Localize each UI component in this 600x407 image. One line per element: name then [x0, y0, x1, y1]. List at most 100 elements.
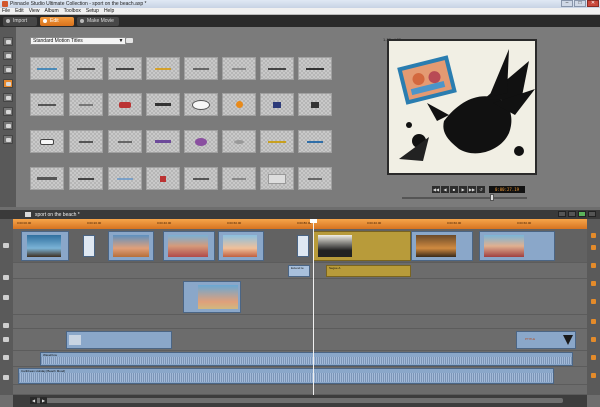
title-thumbnail[interactable] — [108, 93, 142, 116]
tab-import[interactable]: Import — [3, 16, 37, 26]
scrubber-handle[interactable] — [490, 194, 494, 201]
minimize-button[interactable]: – — [561, 0, 573, 7]
menu-setup[interactable]: Setup — [86, 8, 99, 14]
video-clip[interactable] — [163, 231, 215, 261]
title-thumbnail[interactable] — [146, 167, 180, 190]
menus-album-button[interactable] — [3, 107, 13, 116]
video-clip[interactable] — [479, 231, 555, 261]
audio-clip[interactable]: WaveFlow — [40, 352, 573, 366]
transition-clip[interactable]: Extend te — [288, 265, 310, 277]
title-thumbnail[interactable] — [184, 130, 218, 153]
scroll-right-arrow[interactable]: ▶ — [40, 397, 47, 404]
title-thumbnail[interactable] — [298, 167, 332, 190]
menu-file[interactable]: File — [2, 8, 10, 14]
sound-track-icon[interactable] — [3, 355, 9, 360]
timecode-display[interactable]: 0:00:27.19 — [489, 186, 525, 193]
title-thumbnail[interactable] — [69, 93, 103, 116]
scenes-view-button[interactable] — [568, 211, 576, 217]
lock-icon[interactable] — [591, 263, 596, 268]
title-thumbnail[interactable] — [30, 130, 64, 153]
timeline-scrollbar[interactable] — [13, 395, 587, 407]
scroll-left-arrow[interactable]: ◀ — [30, 397, 37, 404]
scrollbar-thumb[interactable] — [33, 398, 563, 403]
title-thumbnail[interactable] — [260, 57, 294, 80]
rewind-button[interactable]: ◀◀ — [432, 186, 440, 193]
storyboard-view-button[interactable] — [558, 211, 566, 217]
lock-icon[interactable] — [591, 337, 596, 342]
lock-icon[interactable] — [591, 373, 596, 378]
video-track-icon[interactable] — [3, 243, 9, 248]
title-thumbnail[interactable] — [222, 57, 256, 80]
transition-marker[interactable] — [297, 235, 309, 257]
lock-icon[interactable] — [591, 281, 596, 286]
close-button[interactable]: ✕ — [587, 0, 599, 7]
transitions-album-button[interactable] — [3, 51, 13, 60]
title-thumbnail[interactable] — [69, 130, 103, 153]
title-thumbnail[interactable] — [146, 130, 180, 153]
folder-icon[interactable] — [126, 38, 133, 43]
loop-button[interactable]: ↺ — [477, 186, 485, 193]
title-thumbnail[interactable] — [222, 167, 256, 190]
tab-make-movie[interactable]: Make Movie — [77, 16, 119, 26]
title-overlay-clip[interactable]: PTITLE — [516, 331, 576, 349]
title-thumbnail[interactable] — [184, 57, 218, 80]
title-thumbnail[interactable] — [298, 93, 332, 116]
timeline-ruler[interactable]: 0:00:00.00 0:00:20.00 0:00:40.00 0:00:60… — [13, 219, 587, 229]
settings-button[interactable] — [588, 211, 596, 217]
lock-icon[interactable] — [591, 299, 596, 304]
menu-view[interactable]: View — [29, 8, 40, 14]
title-thumbnail[interactable] — [298, 130, 332, 153]
transition-marker[interactable] — [83, 235, 95, 257]
title-track-icon[interactable] — [3, 337, 9, 342]
title-thumbnail[interactable] — [69, 57, 103, 80]
playhead-handle[interactable] — [310, 219, 317, 223]
title-thumbnail[interactable] — [146, 93, 180, 116]
title-thumbnail[interactable] — [108, 57, 142, 80]
title-thumbnail[interactable] — [146, 57, 180, 80]
title-thumbnail[interactable] — [30, 57, 64, 80]
menu-help[interactable]: Help — [104, 8, 114, 14]
category-dropdown[interactable]: Standard Motion Titles ▼ — [30, 37, 126, 45]
maximize-button[interactable]: □ — [574, 0, 586, 7]
timeline-view-button[interactable] — [578, 211, 586, 217]
title-thumbnail[interactable] — [298, 57, 332, 80]
pip-track-icon[interactable] — [3, 323, 9, 328]
title-thumbnail[interactable] — [184, 167, 218, 190]
title-thumbnail[interactable] — [30, 167, 64, 190]
playhead[interactable] — [313, 219, 314, 395]
lock-icon[interactable] — [591, 355, 596, 360]
title-thumbnail[interactable] — [222, 93, 256, 116]
video-clip[interactable] — [411, 231, 473, 261]
title-clip[interactable] — [313, 231, 411, 261]
lock-icon[interactable] — [591, 233, 596, 238]
title-thumbnail[interactable] — [69, 167, 103, 190]
title-thumbnail[interactable] — [30, 93, 64, 116]
lock-icon[interactable] — [591, 319, 596, 324]
transition-track-icon[interactable] — [3, 275, 9, 280]
title-thumbnail[interactable] — [260, 93, 294, 116]
video-clip[interactable] — [108, 231, 154, 261]
title-thumbnail[interactable] — [184, 93, 218, 116]
lock-icon[interactable] — [591, 245, 596, 250]
play-button[interactable]: ▶ — [459, 186, 467, 193]
overlay-track-icon[interactable] — [3, 295, 9, 300]
title-thumbnail[interactable] — [260, 167, 294, 190]
menu-toolbox[interactable]: Toolbox — [64, 8, 81, 14]
title-thumbnail[interactable] — [108, 167, 142, 190]
music-track-icon[interactable] — [3, 375, 9, 380]
menu-album[interactable]: Album — [44, 8, 58, 14]
effects-album-button[interactable] — [3, 65, 13, 74]
transition-clip[interactable]: Segue A — [326, 265, 411, 277]
video-album-button[interactable] — [3, 37, 13, 46]
step-back-button[interactable]: ◀ — [441, 186, 449, 193]
video-clip[interactable] — [218, 231, 264, 261]
audio-clip[interactable]: Caribbean Holiday [Beach Mood] — [18, 368, 554, 384]
title-overlay-clip[interactable] — [66, 331, 172, 349]
sound-effects-album-button[interactable] — [3, 121, 13, 130]
video-clip[interactable] — [21, 231, 69, 261]
tab-edit[interactable]: Edit — [40, 16, 74, 26]
stop-button[interactable]: ■ — [450, 186, 458, 193]
photos-album-button[interactable] — [3, 93, 13, 102]
title-thumbnail[interactable] — [108, 130, 142, 153]
fast-forward-button[interactable]: ▶▶ — [468, 186, 476, 193]
